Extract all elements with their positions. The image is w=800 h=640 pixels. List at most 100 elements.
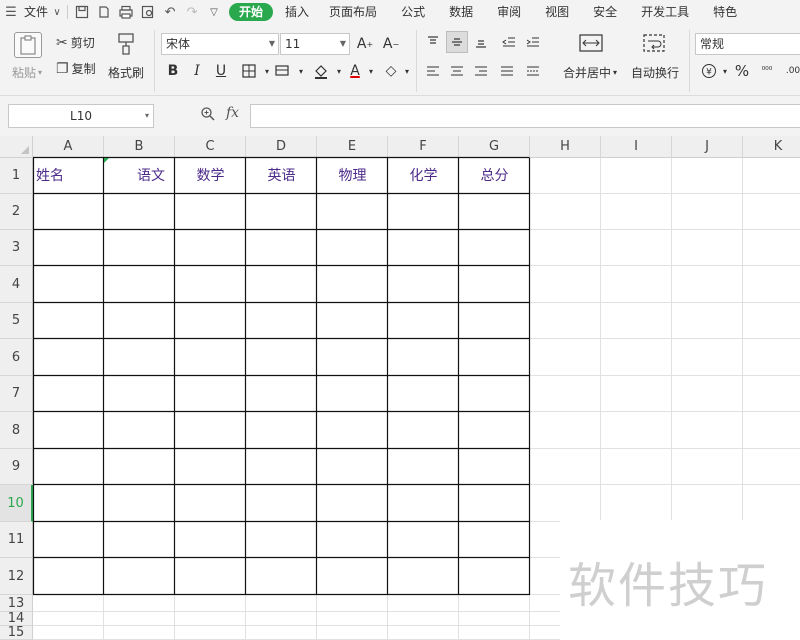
row-header-8[interactable]: 8 (0, 412, 33, 449)
file-menu[interactable]: 文件 (22, 0, 50, 24)
wrap-text-button[interactable]: 自动换行 (631, 64, 679, 81)
tab-formulas[interactable]: 公式 (389, 0, 437, 24)
column-header-B[interactable]: B (104, 136, 175, 158)
format-painter-icon[interactable] (116, 32, 136, 56)
wrap-text-icon[interactable] (642, 32, 666, 54)
column-header-C[interactable]: C (175, 136, 246, 158)
hamburger-menu-icon[interactable]: ☰ (0, 0, 22, 24)
column-header-F[interactable]: F (388, 136, 459, 158)
row-header-10[interactable]: 10 (0, 485, 33, 522)
align-center-icon[interactable] (446, 60, 468, 82)
format-painter-button[interactable]: 格式刷 (108, 64, 144, 81)
undo-icon[interactable]: ↶ (159, 0, 181, 24)
paste-button[interactable] (14, 32, 42, 58)
redo-icon[interactable]: ↷ (181, 0, 203, 24)
gridline (103, 158, 104, 640)
decrease-indent-icon[interactable] (498, 31, 520, 53)
print-icon[interactable] (115, 0, 137, 24)
row-header-11[interactable]: 11 (0, 522, 33, 558)
formula-input[interactable] (250, 104, 800, 128)
comma-style-icon[interactable]: ⁰⁰⁰ (756, 60, 778, 82)
merge-center-icon[interactable] (578, 32, 604, 54)
decrease-font-size-icon[interactable]: A − (380, 33, 402, 55)
chevron-down-icon: ▾ (38, 68, 43, 77)
column-header-G[interactable]: G (459, 136, 530, 158)
copy-button[interactable]: ❐ 复制 (56, 60, 96, 77)
underline-icon[interactable]: U (210, 60, 232, 82)
divider (67, 5, 69, 19)
percent-button[interactable]: % (731, 60, 753, 82)
gridline (458, 158, 459, 640)
row-header-15[interactable]: 15 (0, 626, 33, 640)
export-pdf-icon[interactable] (93, 0, 115, 24)
gridline (33, 375, 800, 376)
zoom-search-icon[interactable] (200, 106, 216, 126)
merge-center-button[interactable]: 合并居中 ▾ (563, 64, 617, 81)
tab-page-layout[interactable]: 页面布局 (317, 0, 389, 24)
tab-data[interactable]: 数据 (437, 0, 485, 24)
name-box[interactable]: L10 ▾ (8, 104, 154, 128)
insert-function-button[interactable]: fx (226, 105, 239, 121)
column-header-K[interactable]: K (743, 136, 800, 158)
row-header-6[interactable]: 6 (0, 339, 33, 376)
chevron-down-icon[interactable]: ▾ (360, 60, 382, 82)
customize-toolbar-icon[interactable]: ▽ (203, 0, 225, 24)
header-cell-G[interactable]: 总分 (459, 158, 530, 194)
row-header-1[interactable]: 1 (0, 158, 33, 194)
font-name-select[interactable]: 宋体 ▼ (161, 33, 279, 55)
save-icon[interactable] (71, 0, 93, 24)
align-right-icon[interactable] (470, 60, 492, 82)
row-header-4[interactable]: 4 (0, 266, 33, 303)
column-header-H[interactable]: H (530, 136, 601, 158)
header-cell-B[interactable]: 语文 (104, 158, 165, 194)
print-preview-icon[interactable] (137, 0, 159, 24)
row-header-7[interactable]: 7 (0, 376, 33, 412)
cut-button[interactable]: ✂ 剪切 (56, 34, 95, 51)
distributed-align-icon[interactable] (522, 60, 544, 82)
select-all-corner[interactable] (0, 136, 33, 158)
tab-home[interactable]: 开始 (229, 3, 274, 21)
increase-indent-icon[interactable] (522, 31, 544, 53)
align-middle-icon[interactable] (446, 31, 468, 53)
tab-view[interactable]: 视图 (533, 0, 581, 24)
italic-icon[interactable]: I (186, 60, 208, 82)
scissors-icon: ✂ (56, 34, 68, 51)
tab-features[interactable]: 特色 (701, 0, 749, 24)
chevron-down-icon[interactable]: ▾ (396, 60, 418, 82)
font-size-select[interactable]: 11 ▼ (280, 33, 350, 55)
paste-label[interactable]: 粘贴 ▾ (12, 64, 42, 81)
column-header-I[interactable]: I (601, 136, 672, 158)
chevron-down-icon[interactable]: ▾ (290, 60, 312, 82)
column-header-J[interactable]: J (672, 136, 743, 158)
column-header-A[interactable]: A (33, 136, 104, 158)
gridline (33, 265, 800, 266)
column-header-E[interactable]: E (317, 136, 388, 158)
align-top-icon[interactable] (422, 31, 444, 53)
increase-font-size-icon[interactable]: A + (354, 33, 376, 55)
row-header-12[interactable]: 12 (0, 558, 33, 595)
header-cell-C[interactable]: 数学 (175, 158, 246, 194)
tab-developer[interactable]: 开发工具 (629, 0, 701, 24)
tab-security[interactable]: 安全 (581, 0, 629, 24)
align-bottom-icon[interactable] (470, 31, 492, 53)
tab-insert[interactable]: 插入 (277, 0, 317, 24)
align-left-icon[interactable] (422, 60, 444, 82)
bold-icon[interactable]: B (162, 60, 184, 82)
number-format-select[interactable]: 常规 (695, 33, 800, 55)
header-cell-E[interactable]: 物理 (317, 158, 388, 194)
row-header-9[interactable]: 9 (0, 449, 33, 485)
chevron-down-icon[interactable]: ∨ (50, 0, 64, 24)
row-header-3[interactable]: 3 (0, 230, 33, 266)
gridline (33, 229, 800, 230)
increase-decimal-icon[interactable]: .00 (782, 60, 800, 82)
row-header-5[interactable]: 5 (0, 303, 33, 339)
header-cell-F[interactable]: 化学 (388, 158, 459, 194)
justify-icon[interactable] (496, 60, 518, 82)
header-cell-A[interactable]: 姓名 (36, 158, 64, 194)
row-header-2[interactable]: 2 (0, 194, 33, 230)
row-header-14[interactable]: 14 (0, 612, 33, 626)
tab-review[interactable]: 审阅 (485, 0, 533, 24)
column-header-D[interactable]: D (246, 136, 317, 158)
header-cell-D[interactable]: 英语 (246, 158, 317, 194)
row-header-13[interactable]: 13 (0, 595, 33, 612)
